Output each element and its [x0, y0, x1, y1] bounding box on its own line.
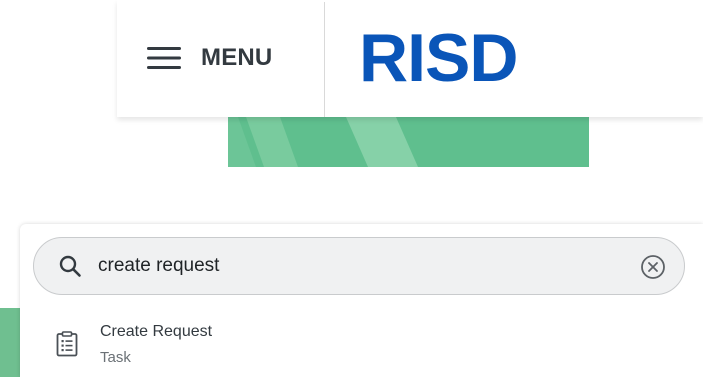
- header: MENU RISD: [117, 0, 703, 117]
- banner-image: [228, 117, 589, 167]
- search-icon[interactable]: [58, 254, 82, 278]
- search-input[interactable]: [98, 248, 618, 284]
- header-divider: [324, 2, 325, 117]
- banner-pattern: [228, 117, 589, 167]
- menu-button[interactable]: MENU: [147, 38, 272, 78]
- search-panel: Create Request Task: [20, 224, 703, 377]
- menu-label: MENU: [201, 44, 273, 71]
- result-type: Task: [100, 349, 131, 366]
- hamburger-icon: [147, 47, 181, 69]
- search-result-item[interactable]: Create Request Task: [20, 310, 703, 372]
- result-title: Create Request: [100, 323, 213, 340]
- task-icon: [56, 331, 78, 357]
- clear-icon[interactable]: [640, 254, 666, 280]
- risd-logo[interactable]: RISD: [359, 20, 518, 96]
- search-box: [33, 237, 685, 295]
